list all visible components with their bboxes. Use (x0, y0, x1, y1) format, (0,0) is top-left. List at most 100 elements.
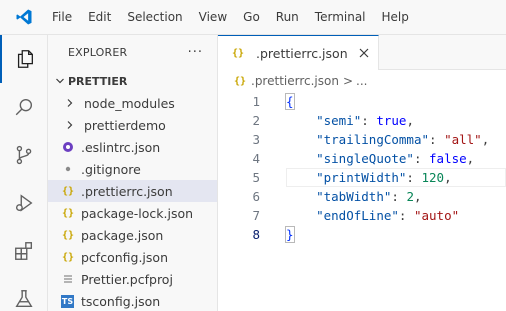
json-key: "trailingComma" (316, 132, 429, 147)
close-icon[interactable] (356, 45, 372, 61)
code-line: 6 "tabWidth": 2, (218, 187, 506, 206)
file-tree-item[interactable]: {} pcfconfig.json (48, 246, 217, 268)
testing-icon[interactable] (0, 275, 48, 311)
line-number: 3 (252, 132, 260, 147)
menu-terminal[interactable]: Terminal (307, 0, 374, 35)
menu-go[interactable]: Go (235, 0, 268, 35)
source-control-icon[interactable] (0, 131, 48, 179)
menu-view[interactable]: View (191, 0, 235, 35)
chevron-right-icon (62, 95, 78, 111)
tab-prettierrc[interactable]: {} .prettierrc.json (218, 35, 379, 70)
menu-help[interactable]: Help (374, 0, 417, 35)
explorer-sidebar: EXPLORER ··· PRETTIER node_modulespretti… (48, 35, 218, 311)
workspace-folder-label: PRETTIER (68, 74, 128, 88)
menu-file[interactable]: File (48, 0, 80, 35)
json-value: true (376, 113, 407, 128)
code-text: "endOfLine": "auto" (316, 208, 460, 223)
code-line: 3 "trailingComma": "all", (218, 130, 506, 149)
file-tree-item[interactable]: prettierdemo (48, 114, 217, 136)
project-file-icon (60, 271, 76, 287)
json-key: "endOfLine" (316, 208, 399, 223)
json-file-icon: {} (61, 229, 75, 241)
comma: , (406, 113, 414, 128)
file-tree-label: .eslintrc.json (81, 139, 161, 155)
json-value: 2 (406, 189, 414, 204)
file-tree: node_modules prettierdemo .eslintrc.json .g… (48, 92, 217, 311)
code-text: "trailingComma": "all", (316, 132, 490, 147)
file-tree-item[interactable]: TS tsconfig.json (48, 290, 217, 311)
breadcrumb-rest[interactable]: ... (356, 74, 367, 88)
extensions-icon[interactable] (0, 227, 48, 275)
activity-bar (0, 35, 48, 311)
comma: , (444, 170, 452, 185)
vscode-logo-icon (0, 0, 48, 35)
typescript-file-icon: TS (61, 294, 74, 308)
file-tree-item[interactable]: {} .prettierrc.json (48, 180, 217, 202)
json-value: false (429, 151, 467, 166)
json-value: 120 (421, 170, 445, 185)
json-file-icon: {} (61, 207, 75, 219)
tab-label: .prettierrc.json (256, 45, 348, 61)
comma: , (413, 189, 422, 204)
code-editor[interactable]: 1{2 "semi": true, 3 "trailingComma": "all… (218, 92, 506, 244)
workspace-folder[interactable]: PRETTIER (48, 70, 217, 92)
json-key: "printWidth" (316, 170, 407, 185)
git-file-icon (60, 161, 76, 177)
comma: , (481, 132, 490, 147)
code-line: 4 "singleQuote": false, (218, 149, 506, 168)
file-tree-item[interactable]: .gitignore (48, 158, 217, 180)
tab-bar: {} .prettierrc.json (218, 35, 506, 70)
comma: , (466, 151, 475, 166)
title-bar: File Edit Selection View Go Run Terminal… (0, 0, 506, 35)
eslint-file-icon (60, 139, 76, 155)
json-file-icon: {} (61, 251, 75, 263)
json-key: "tabWidth" (316, 189, 392, 204)
line-number: 5 (252, 170, 260, 185)
file-tree-item[interactable]: {} package-lock.json (48, 202, 217, 224)
breadcrumb-file[interactable]: .prettierrc.json (251, 74, 339, 88)
code-text: "printWidth": 120, (316, 170, 452, 185)
code-text: "singleQuote": false, (316, 151, 475, 166)
file-tree-label: .prettierrc.json (81, 183, 173, 199)
code-line: 2 "semi": true, (218, 111, 506, 130)
line-number: 1 (252, 94, 260, 109)
line-number: 2 (252, 113, 260, 128)
menu-bar: File Edit Selection View Go Run Terminal… (48, 0, 417, 35)
code-line: 5 "printWidth": 120, (218, 168, 506, 187)
menu-selection[interactable]: Selection (119, 0, 190, 35)
file-tree-item[interactable]: .eslintrc.json (48, 136, 217, 158)
code-text: "semi": true, (316, 113, 414, 128)
json-value: "all" (444, 132, 482, 147)
menu-edit[interactable]: Edit (80, 0, 119, 35)
file-tree-label: package-lock.json (81, 205, 194, 221)
file-tree-label: .gitignore (81, 161, 141, 177)
line-number: 6 (252, 189, 260, 204)
file-tree-label: pcfconfig.json (81, 249, 168, 265)
explorer-icon[interactable] (0, 35, 48, 83)
more-actions-icon[interactable]: ··· (188, 45, 203, 60)
file-tree-item[interactable]: {} package.json (48, 224, 217, 246)
explorer-title: EXPLORER (68, 46, 128, 59)
file-tree-item[interactable]: node_modules (48, 92, 217, 114)
json-key: "singleQuote" (316, 151, 414, 166)
search-icon[interactable] (0, 83, 48, 131)
line-number: 4 (252, 151, 260, 166)
run-debug-icon[interactable] (0, 179, 48, 227)
brace: { (285, 93, 295, 110)
file-tree-item[interactable]: Prettier.pcfproj (48, 268, 217, 290)
code-line: 7 "endOfLine": "auto" (218, 206, 506, 225)
line-number: 7 (252, 208, 260, 223)
chevron-down-icon (52, 73, 68, 89)
json-file-icon: {} (231, 47, 245, 59)
code-line: 1{ (218, 92, 506, 111)
editor-area: {} .prettierrc.json {} .prettierrc.json … (218, 35, 506, 311)
json-value: "auto" (413, 208, 460, 223)
code-text: { (260, 93, 295, 110)
code-line: 8} (218, 225, 506, 244)
text-cursor (293, 227, 295, 243)
menu-run[interactable]: Run (268, 0, 307, 35)
explorer-header: EXPLORER ··· (48, 35, 217, 70)
json-key: "semi" (316, 113, 362, 128)
breadcrumb-separator: > (342, 74, 354, 88)
file-tree-label: prettierdemo (84, 117, 166, 133)
